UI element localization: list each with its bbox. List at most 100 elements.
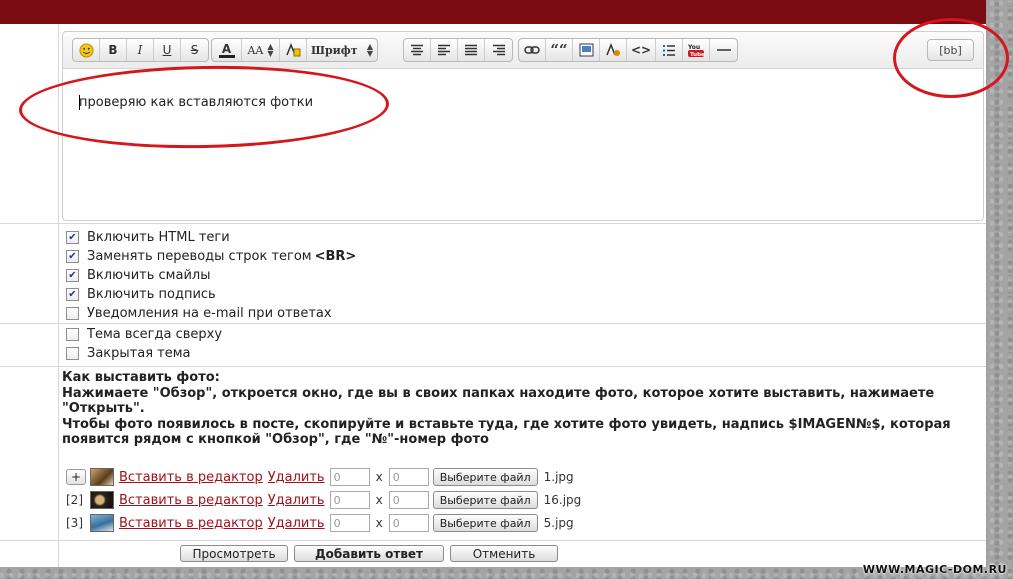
align-group [403,38,513,62]
image-width-input[interactable] [329,514,370,532]
checkbox-checked[interactable]: ✔ [66,250,79,263]
delete-attachment-link[interactable]: Удалить [268,470,325,485]
option-smilies[interactable]: ✔ Включить смайлы [66,266,356,285]
option-signature[interactable]: ✔ Включить подпись [66,285,356,304]
watermark: WWW.MAGIC-DOM.RU [862,563,1007,576]
image-width-input[interactable] [329,491,370,509]
font-family-label: Шрифт [311,43,358,57]
youtube-icon[interactable]: You Tube [683,39,711,61]
highlight-icon[interactable] [280,39,307,61]
attachment-thumbnail [90,468,114,486]
add-attachment-button[interactable]: + [66,469,86,485]
dimension-separator: x [375,470,383,484]
attachment-thumbnail [90,514,114,532]
list-icon[interactable] [656,39,684,61]
insert-to-editor-link[interactable]: Вставить в редактор [119,470,263,485]
text-caret [79,95,80,110]
font-size-icon: AA [247,43,264,57]
attachment-index: [3] [66,516,83,530]
instructions-text: Нажимаете "Обзор", откроется окно, где в… [62,385,935,401]
align-center-icon[interactable] [404,39,431,61]
horizontal-rule-icon[interactable] [710,39,737,61]
file-name: 16.jpg [543,493,582,507]
strikethrough-button[interactable]: S [181,39,208,61]
checkbox-unchecked[interactable] [66,307,79,320]
quote-icon[interactable]: ““ [546,39,573,61]
spinner-arrows-icon: ▲ ▼ [366,41,373,58]
dimension-separator: x [375,516,383,530]
file-name: 5.jpg [543,516,574,530]
image-icon[interactable] [573,39,600,61]
dimension-separator: x [375,493,383,507]
smiley-icon[interactable] [73,39,100,61]
insert-to-editor-link[interactable]: Вставить в редактор [119,493,263,508]
instructions-heading: Как выставить фото: [62,370,220,385]
attachment-thumbnail [90,491,114,509]
preview-button[interactable]: Просмотреть [180,545,288,562]
checkbox-checked[interactable]: ✔ [66,288,79,301]
choose-file-button[interactable]: Выберите файл [432,468,538,486]
bbcode-toggle-button[interactable]: [bb] [927,39,974,61]
instructions-text: "Открыть". [62,401,145,416]
option-label: Включить HTML теги [87,230,230,245]
underline-button[interactable]: U [154,39,181,61]
font-family-select[interactable]: Шрифт ▲ ▼ [307,39,377,61]
checkbox-unchecked[interactable] [66,347,79,360]
align-right-icon[interactable] [485,39,512,61]
delete-attachment-link[interactable]: Удалить [268,493,325,508]
spoiler-icon[interactable] [600,39,627,61]
file-name: 1.jpg [543,470,574,484]
option-closed[interactable]: Закрытая тема [66,344,222,363]
text-color-icon: A [221,41,232,56]
bold-button[interactable]: B [100,39,127,61]
choose-file-button[interactable]: Выберите файл [432,491,538,509]
delete-attachment-link[interactable]: Удалить [268,516,325,531]
divider [0,540,986,541]
align-justify-icon[interactable] [458,39,485,61]
code-icon[interactable]: <> [627,39,657,61]
insert-to-editor-link[interactable]: Вставить в редактор [119,516,263,531]
option-sticky[interactable]: Тема всегда сверху [66,325,222,344]
topic-options: Тема всегда сверху Закрытая тема [66,325,222,363]
option-label: Включить смайлы [87,268,211,283]
checkbox-checked[interactable]: ✔ [66,269,79,282]
option-label: Уведомления на e-mail при ответах [87,306,332,321]
image-height-input[interactable] [388,514,429,532]
font-size-button[interactable]: AA ▲ ▼ [242,39,280,61]
option-email-notify[interactable]: Уведомления на e-mail при ответах [66,304,356,323]
choose-file-button[interactable]: Выберите файл [432,514,538,532]
instructions-text: появится рядом с кнопкой "Обзор", где "№… [62,432,489,447]
insert-group: ““ <> You Tube [518,38,739,62]
instructions-text: Чтобы фото появилось в посте, скопируйте… [62,416,951,432]
post-form: B I U S A AA ▲ ▼ Шрифт ▲ ▼ ““ <> You Tub… [0,24,986,567]
option-line-breaks[interactable]: ✔ Заменять переводы строк тегом <BR> [66,247,356,266]
option-html-tags[interactable]: ✔ Включить HTML теги [66,228,356,247]
attachment-row: [3] Вставить в редактор Удалить x Выбери… [66,513,574,533]
message-editor: B I U S A AA ▲ ▼ Шрифт ▲ ▼ ““ <> You Tub… [62,31,984,221]
option-label: Закрытая тема [87,346,191,361]
align-left-icon[interactable] [431,39,458,61]
editor-content[interactable]: проверяю как вставляются фотки [79,95,313,110]
checkbox-unchecked[interactable] [66,328,79,341]
top-bar [0,0,986,24]
checkbox-checked[interactable]: ✔ [66,231,79,244]
divider [0,223,986,224]
svg-text:You: You [687,44,700,51]
text-color-button[interactable]: A [212,39,242,61]
image-height-input[interactable] [388,491,429,509]
divider [0,323,986,324]
submit-reply-button[interactable]: Добавить ответ [294,545,444,562]
attachment-row: + Вставить в редактор Удалить x Выберите… [66,467,574,487]
font-group: A AA ▲ ▼ Шрифт ▲ ▼ [211,38,378,62]
link-icon[interactable] [519,39,546,61]
cancel-button[interactable]: Отменить [450,545,558,562]
format-group: B I U S [72,38,209,62]
divider [0,366,986,367]
italic-button[interactable]: I [127,39,154,61]
attachment-row: [2] Вставить в редактор Удалить x Выбери… [66,490,581,510]
br-tag-label: <BR> [314,249,357,264]
attachment-index: [2] [66,493,83,507]
image-width-input[interactable] [329,468,370,486]
image-height-input[interactable] [388,468,429,486]
editor-toolbar: B I U S A AA ▲ ▼ Шрифт ▲ ▼ ““ <> You Tub… [63,32,983,69]
